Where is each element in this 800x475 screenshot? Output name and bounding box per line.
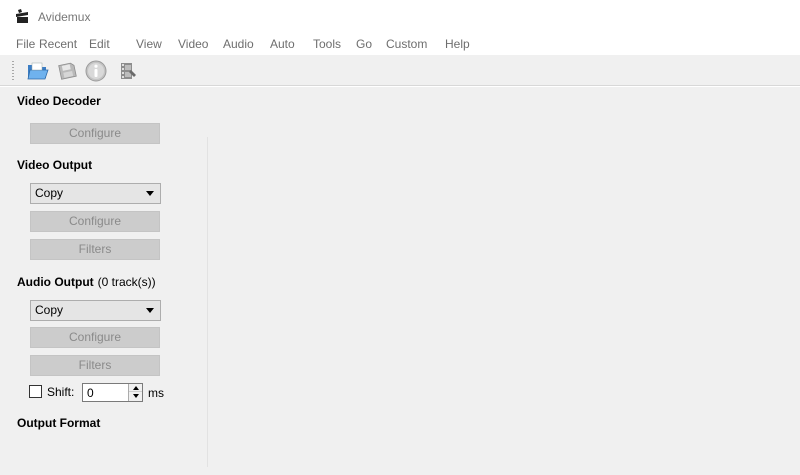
- menu-help[interactable]: Help: [445, 37, 470, 51]
- arrow-up-icon: [132, 385, 139, 390]
- open-folder-icon: [27, 62, 49, 80]
- video-codec-select[interactable]: Copy: [30, 183, 161, 204]
- menu-custom[interactable]: Custom: [386, 37, 427, 51]
- video-decoder-title: Video Decoder: [17, 94, 101, 108]
- menu-auto[interactable]: Auto: [270, 37, 295, 51]
- menu-view[interactable]: View: [136, 37, 162, 51]
- properties-button[interactable]: [116, 59, 140, 83]
- shift-checkbox[interactable]: [29, 385, 42, 398]
- menu-tools[interactable]: Tools: [313, 37, 341, 51]
- film-properties-icon: [121, 63, 136, 79]
- video-filters-button[interactable]: Filters: [30, 239, 160, 260]
- video-decoder-configure-button[interactable]: Configure: [30, 123, 160, 144]
- menu-bar: File Recent Edit View Video Audio Auto T…: [0, 34, 800, 54]
- clapperboard-icon: [16, 9, 28, 23]
- shift-value: 0: [87, 386, 94, 400]
- video-output-configure-button[interactable]: Configure: [30, 211, 160, 232]
- audio-output-title-text: Audio Output: [17, 275, 94, 289]
- shift-spinbox[interactable]: 0: [82, 383, 143, 402]
- menu-edit[interactable]: Edit: [89, 37, 110, 51]
- menu-video[interactable]: Video: [178, 37, 208, 51]
- open-button[interactable]: [26, 59, 50, 83]
- audio-filters-button[interactable]: Filters: [30, 355, 160, 376]
- chevron-down-icon: [146, 308, 154, 313]
- menu-file[interactable]: File: [16, 37, 35, 51]
- menu-go[interactable]: Go: [356, 37, 372, 51]
- video-codec-value: Copy: [35, 186, 64, 200]
- audio-output-title: Audio Output (0 track(s)): [17, 275, 156, 289]
- shift-unit-label: ms: [148, 386, 164, 400]
- audio-codec-value: Copy: [35, 303, 64, 317]
- spin-up-button[interactable]: [129, 384, 142, 392]
- save-disk-icon: [58, 62, 77, 80]
- chevron-down-icon: [146, 191, 154, 196]
- save-button[interactable]: [55, 59, 79, 83]
- audio-track-count: (0 track(s)): [97, 275, 156, 289]
- info-button[interactable]: [84, 59, 108, 83]
- shift-label: Shift:: [47, 385, 75, 399]
- spinbox-buttons: [128, 384, 142, 401]
- info-icon: [85, 60, 107, 82]
- output-format-title: Output Format: [17, 416, 101, 430]
- main-panel: Video Decoder Configure Video Output Cop…: [0, 87, 800, 475]
- spin-down-button[interactable]: [129, 392, 142, 400]
- toolbar: [0, 55, 800, 86]
- panel-separator: [207, 137, 208, 467]
- video-output-title: Video Output: [17, 158, 93, 172]
- audio-output-configure-button[interactable]: Configure: [30, 327, 160, 348]
- window-title: Avidemux: [38, 10, 91, 24]
- menu-recent[interactable]: Recent: [39, 37, 77, 51]
- menu-audio[interactable]: Audio: [223, 37, 254, 51]
- toolbar-grip[interactable]: [12, 61, 14, 81]
- title-bar: Avidemux: [0, 0, 800, 34]
- arrow-down-icon: [132, 394, 139, 398]
- audio-codec-select[interactable]: Copy: [30, 300, 161, 321]
